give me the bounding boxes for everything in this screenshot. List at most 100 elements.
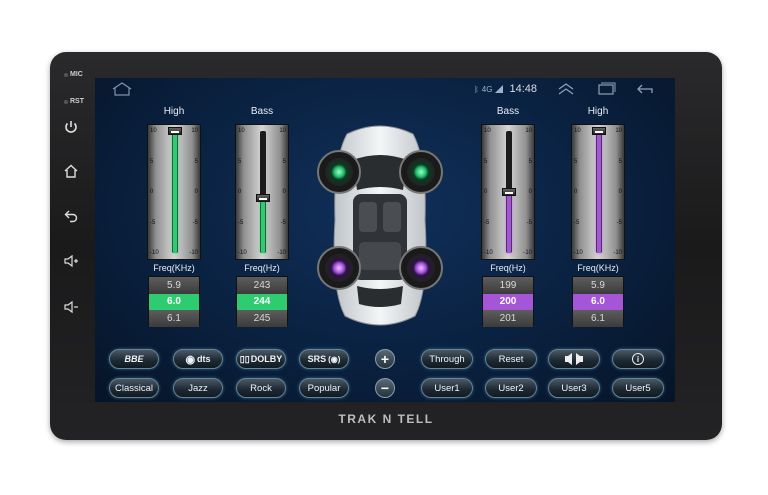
preset-classical-button[interactable]: Classical [109, 378, 159, 398]
dolby-logo-icon: ▯▯ [239, 353, 250, 364]
slider-knob[interactable] [256, 194, 270, 203]
volume-down-button[interactable] [62, 298, 80, 316]
popular-label: Popular [307, 382, 341, 394]
scale-tick: -5 [574, 219, 580, 226]
power-button[interactable] [62, 118, 80, 136]
picker-prev-value[interactable]: 5.9 [573, 277, 623, 294]
frequency-picker[interactable]: 5.9 6.0 6.1 [148, 276, 200, 327]
slider-knob[interactable] [592, 127, 606, 135]
picker-next-value[interactable]: 245 [237, 310, 287, 327]
scale-tick: 5 [194, 158, 198, 165]
brand-logo: TRAK N TELL [338, 412, 434, 426]
scale-tick: -5 [616, 219, 622, 226]
scale-tick: 10 [574, 128, 581, 134]
frequency-picker[interactable]: 199 200 201 [482, 276, 534, 327]
slider-knob[interactable] [502, 188, 516, 196]
preset-user5-button[interactable]: User5 [612, 378, 664, 398]
user2-label: User2 [498, 382, 524, 394]
scale-tick: -10 [150, 250, 159, 256]
scale-tick: 5 [484, 158, 488, 165]
eq-unit-label: Freq(KHz) [153, 263, 195, 273]
reset-hole[interactable] [64, 100, 68, 104]
preset-user1-button[interactable]: User1 [421, 378, 473, 398]
bbe-label: BBE [124, 354, 144, 364]
balance-button[interactable] [548, 349, 600, 369]
bbe-button[interactable]: BBE [109, 349, 159, 369]
recent-apps-icon[interactable] [595, 82, 617, 96]
slider-fill [173, 131, 177, 253]
classical-label: Classical [114, 382, 153, 394]
eq-title: Bass [496, 106, 520, 117]
plus-button[interactable]: + [375, 349, 395, 369]
frequency-picker[interactable]: 243 244 245 [236, 276, 288, 327]
picker-next-value[interactable]: 6.1 [573, 310, 623, 327]
scale-tick: 5 [574, 158, 578, 165]
speaker-rear-left [317, 246, 361, 290]
home-icon[interactable] [111, 82, 133, 96]
scale-tick: 0 [484, 189, 488, 195]
scale-tick: -5 [280, 219, 286, 226]
srs-logo-icon: (◉) [328, 354, 341, 364]
scale-tick: 0 [618, 189, 622, 195]
screen: ᛒ 4G 14:48 High 10 10 5 5 0 0 -5 -5 -10 -10 [95, 78, 675, 402]
balance-speakers-icon [565, 353, 583, 365]
scale-tick: 0 [282, 189, 286, 195]
eq-slider[interactable]: 10 10 5 5 0 0 -5 -5 -10 -10 [235, 124, 289, 260]
scale-tick: 10 [279, 128, 286, 134]
scale-tick: 10 [150, 128, 157, 134]
user1-label: User1 [434, 382, 460, 394]
eq-column-high: High 10 10 5 5 0 0 -5 -5 -10 -10 Freq(KHz) 5.9 6.… [571, 106, 625, 330]
eq-unit-label: Freq(Hz) [490, 263, 526, 273]
eq-slider[interactable]: 10 10 5 5 0 0 -5 -5 -10 -10 [147, 124, 201, 260]
preset-user2-button[interactable]: User2 [485, 378, 537, 398]
srs-button[interactable]: SRS (◉) [299, 349, 349, 369]
picker-prev-value[interactable]: 243 [237, 277, 287, 294]
slider-fill [597, 131, 601, 253]
scale-tick: 0 [528, 189, 532, 195]
eq-slider[interactable]: 10 10 5 5 0 0 -5 -5 -10 -10 [481, 124, 535, 260]
picker-current-value: 244 [237, 293, 287, 311]
reset-button[interactable]: Reset [485, 349, 537, 369]
picker-prev-value[interactable]: 5.9 [149, 277, 199, 294]
picker-next-value[interactable]: 201 [483, 310, 533, 327]
user5-label: User5 [625, 382, 651, 394]
eq-column-high: High 10 10 5 5 0 0 -5 -5 -10 -10 Freq(KHz) 5.9 6.… [147, 106, 201, 330]
scale-tick: -10 [238, 250, 247, 256]
reset-label: Reset [498, 353, 524, 365]
scale-tick: 10 [238, 128, 245, 134]
eq-slider[interactable]: 10 10 5 5 0 0 -5 -5 -10 -10 [571, 124, 625, 260]
frequency-picker[interactable]: 5.9 6.0 6.1 [572, 276, 624, 327]
dts-button[interactable]: ◉ dts [173, 349, 223, 369]
preset-rock-button[interactable]: Rock [236, 378, 286, 398]
info-button[interactable]: i [612, 349, 664, 369]
minus-button[interactable]: − [375, 378, 395, 398]
volume-down-icon [64, 300, 78, 314]
speaker-front-right [399, 150, 443, 194]
back-icon[interactable] [635, 82, 657, 96]
slider-knob[interactable] [168, 127, 182, 135]
scale-tick: -5 [150, 219, 156, 226]
scale-tick: 0 [574, 189, 578, 195]
minus-label: − [380, 380, 390, 396]
eq-column-bass: Bass 10 10 5 5 0 0 -5 -5 -10 -10 Freq(Hz) 243 244… [235, 106, 289, 330]
picker-next-value[interactable]: 6.1 [149, 310, 199, 327]
signal-text: 4G [481, 84, 493, 94]
rst-label: RST [70, 98, 84, 105]
through-label: Through [429, 353, 465, 365]
preset-popular-button[interactable]: Popular [299, 378, 349, 398]
chevron-up-icon[interactable] [555, 82, 577, 96]
preset-jazz-button[interactable]: Jazz [173, 378, 223, 398]
volume-up-button[interactable] [62, 252, 80, 270]
scale-tick: -5 [526, 219, 532, 226]
home-button[interactable] [62, 162, 80, 180]
scale-tick: 5 [282, 158, 286, 165]
scale-tick: 5 [150, 158, 154, 165]
preset-user3-button[interactable]: User3 [548, 378, 600, 398]
scale-tick: -10 [613, 250, 622, 256]
dolby-button[interactable]: ▯▯ DOLBY [236, 349, 286, 369]
back-button[interactable] [62, 206, 80, 224]
eq-unit-label: Freq(Hz) [244, 263, 280, 273]
scale-tick: -10 [277, 250, 286, 256]
picker-prev-value[interactable]: 199 [483, 277, 533, 294]
through-button[interactable]: Through [421, 349, 473, 369]
